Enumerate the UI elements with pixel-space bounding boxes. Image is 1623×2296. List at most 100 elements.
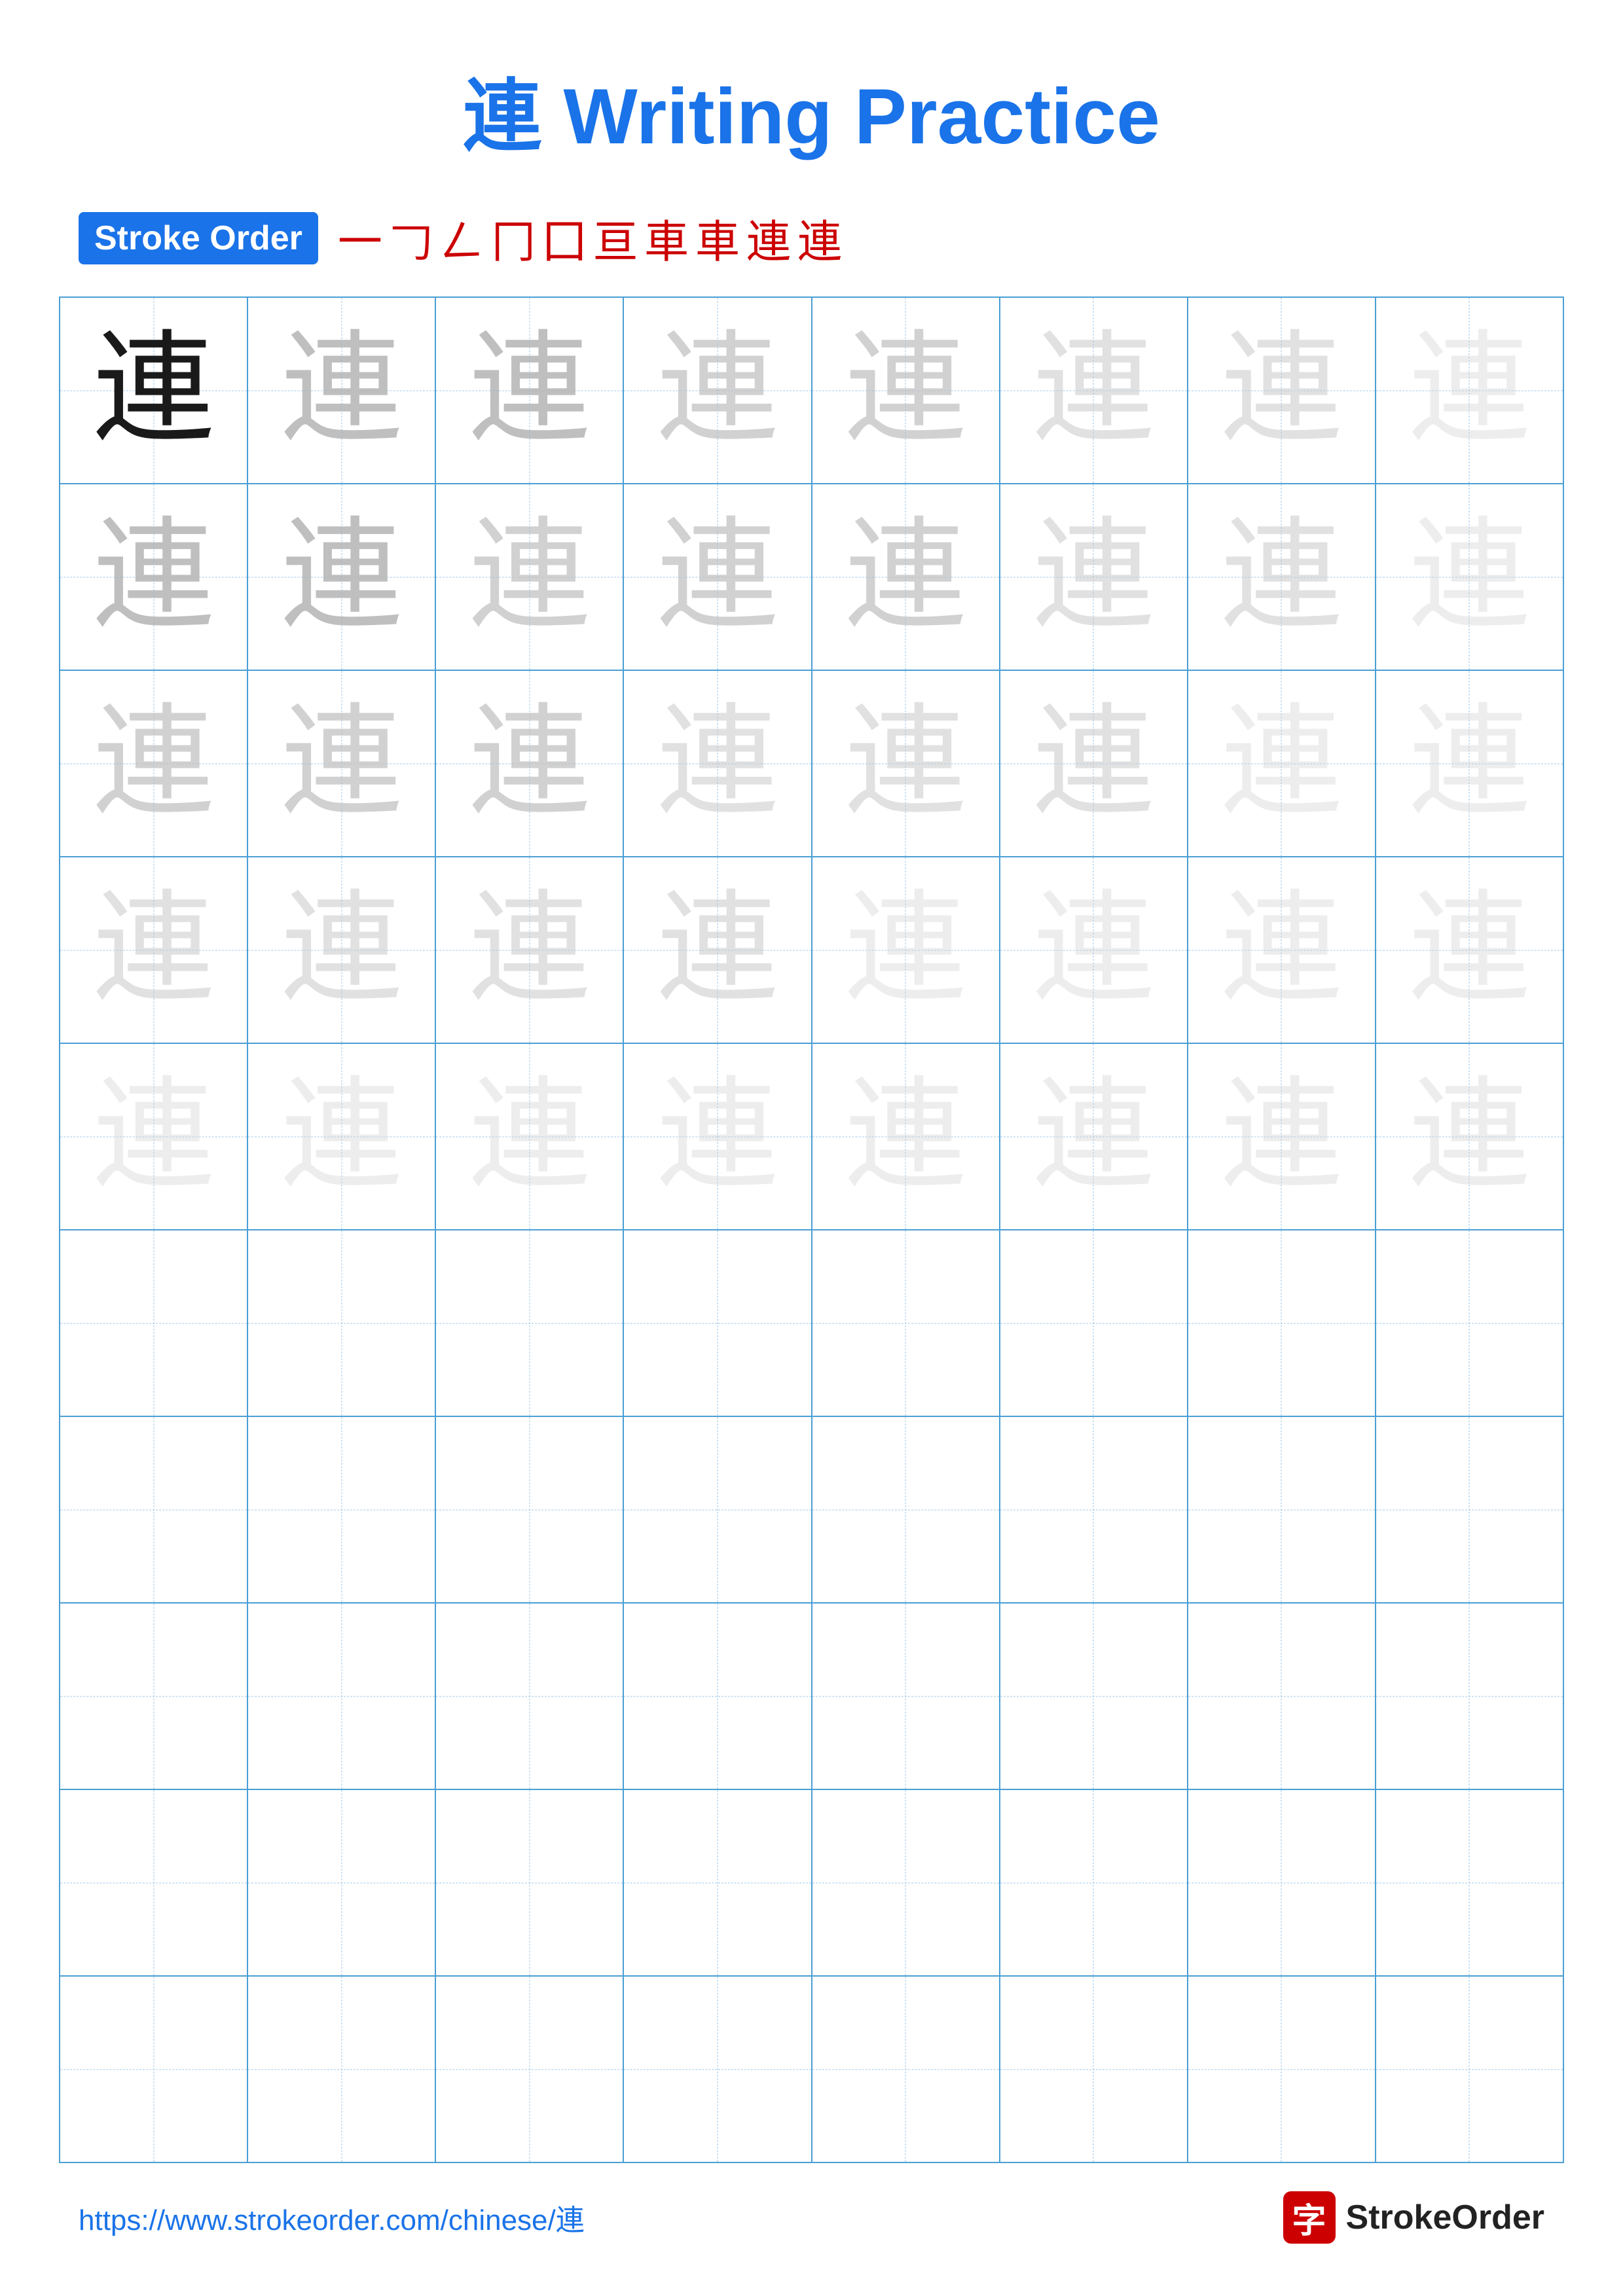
grid-cell-empty[interactable] [60, 1416, 247, 1603]
grid-cell[interactable]: 連 [623, 297, 811, 484]
grid-row-1: 連 連 連 連 連 連 連 連 [60, 297, 1563, 484]
grid-cell[interactable]: 連 [1188, 484, 1376, 670]
grid-cell[interactable]: 連 [60, 1043, 247, 1230]
grid-cell-empty[interactable] [60, 1789, 247, 1976]
grid-cell[interactable]: 連 [60, 857, 247, 1043]
grid-cell[interactable]: 連 [1000, 484, 1188, 670]
grid-cell[interactable]: 連 [1376, 484, 1563, 670]
stroke-char-9: 連 [746, 206, 791, 270]
grid-cell[interactable]: 連 [812, 857, 1000, 1043]
practice-char: 連 [1033, 696, 1154, 831]
grid-cell[interactable]: 連 [1376, 857, 1563, 1043]
grid-cell[interactable]: 連 [247, 297, 435, 484]
grid-cell-empty[interactable] [1188, 1603, 1376, 1789]
grid-cell-empty[interactable] [1376, 1789, 1563, 1976]
grid-cell[interactable]: 連 [60, 297, 247, 484]
practice-char: 連 [93, 696, 214, 831]
grid-cell[interactable]: 連 [1376, 1043, 1563, 1230]
practice-char: 連 [657, 323, 778, 457]
practice-char: 連 [469, 696, 590, 831]
grid-cell[interactable]: 連 [1188, 297, 1376, 484]
practice-char: 連 [845, 323, 966, 457]
grid-cell[interactable]: 連 [60, 670, 247, 857]
practice-char: 連 [93, 1069, 214, 1204]
grid-cell[interactable]: 連 [1000, 670, 1188, 857]
footer: https://www.strokeorder.com/chinese/連 字 … [0, 2191, 1623, 2244]
grid-cell-empty[interactable] [623, 1976, 811, 2162]
grid-row-empty-2 [60, 1416, 1563, 1603]
grid-cell-empty[interactable] [623, 1603, 811, 1789]
practice-char: 連 [845, 510, 966, 644]
grid-cell[interactable]: 連 [60, 484, 247, 670]
grid-cell[interactable]: 連 [1188, 670, 1376, 857]
grid-cell[interactable]: 連 [623, 484, 811, 670]
grid-cell-empty[interactable] [247, 1976, 435, 2162]
practice-char: 連 [657, 883, 778, 1017]
grid-cell[interactable]: 連 [435, 297, 623, 484]
grid-cell[interactable]: 連 [812, 297, 1000, 484]
grid-cell-empty[interactable] [60, 1603, 247, 1789]
practice-char: 連 [657, 696, 778, 831]
grid-cell-empty[interactable] [812, 1230, 1000, 1416]
grid-cell-empty[interactable] [1000, 1603, 1188, 1789]
grid-cell[interactable]: 連 [1376, 297, 1563, 484]
grid-cell[interactable]: 連 [623, 857, 811, 1043]
grid-cell-empty[interactable] [812, 1416, 1000, 1603]
grid-cell-empty[interactable] [1000, 1416, 1188, 1603]
grid-cell[interactable]: 連 [812, 1043, 1000, 1230]
grid-cell-empty[interactable] [1376, 1603, 1563, 1789]
grid-cell-empty[interactable] [435, 1976, 623, 2162]
grid-cell[interactable]: 連 [247, 857, 435, 1043]
grid-cell-empty[interactable] [60, 1230, 247, 1416]
grid-cell-empty[interactable] [623, 1789, 811, 1976]
grid-cell[interactable]: 連 [1376, 670, 1563, 857]
grid-cell[interactable]: 連 [435, 1043, 623, 1230]
grid-cell[interactable]: 連 [1000, 1043, 1188, 1230]
grid-cell-empty[interactable] [435, 1416, 623, 1603]
grid-cell-empty[interactable] [435, 1230, 623, 1416]
grid-cell-empty[interactable] [247, 1416, 435, 1603]
grid-cell[interactable]: 連 [1000, 297, 1188, 484]
grid-cell-empty[interactable] [60, 1976, 247, 2162]
grid-cell-empty[interactable] [812, 1603, 1000, 1789]
grid-cell[interactable]: 連 [435, 484, 623, 670]
grid-cell-empty[interactable] [1000, 1230, 1188, 1416]
grid-cell-empty[interactable] [1376, 1230, 1563, 1416]
grid-cell-empty[interactable] [247, 1603, 435, 1789]
grid-cell-empty[interactable] [812, 1789, 1000, 1976]
grid-cell-empty[interactable] [247, 1230, 435, 1416]
stroke-char-3: 𠃋 [440, 206, 484, 270]
stroke-order-label: Stroke Order [79, 212, 318, 264]
practice-char: 連 [1221, 510, 1342, 644]
grid-cell-empty[interactable] [435, 1789, 623, 1976]
footer-url[interactable]: https://www.strokeorder.com/chinese/連 [79, 2197, 585, 2238]
grid-cell-empty[interactable] [1188, 1230, 1376, 1416]
grid-cell-empty[interactable] [1376, 1976, 1563, 2162]
grid-cell[interactable]: 連 [623, 670, 811, 857]
grid-cell[interactable]: 連 [623, 1043, 811, 1230]
grid-cell[interactable]: 連 [435, 670, 623, 857]
grid-cell[interactable]: 連 [247, 1043, 435, 1230]
grid-cell[interactable]: 連 [812, 670, 1000, 857]
grid-cell[interactable]: 連 [1188, 857, 1376, 1043]
stroke-char-1: 一 [338, 206, 382, 270]
grid-cell-empty[interactable] [623, 1230, 811, 1416]
grid-cell-empty[interactable] [435, 1603, 623, 1789]
grid-cell[interactable]: 連 [435, 857, 623, 1043]
grid-cell-empty[interactable] [1188, 1416, 1376, 1603]
grid-cell-empty[interactable] [1000, 1789, 1188, 1976]
grid-cell-empty[interactable] [1000, 1976, 1188, 2162]
grid-cell-empty[interactable] [812, 1976, 1000, 2162]
grid-row-empty-5 [60, 1976, 1563, 2162]
grid-cell[interactable]: 連 [1000, 857, 1188, 1043]
practice-char: 連 [1221, 1069, 1342, 1204]
grid-cell[interactable]: 連 [247, 670, 435, 857]
grid-cell-empty[interactable] [1188, 1789, 1376, 1976]
grid-cell[interactable]: 連 [247, 484, 435, 670]
grid-cell-empty[interactable] [1376, 1416, 1563, 1603]
grid-cell[interactable]: 連 [1188, 1043, 1376, 1230]
grid-cell[interactable]: 連 [812, 484, 1000, 670]
grid-cell-empty[interactable] [1188, 1976, 1376, 2162]
grid-cell-empty[interactable] [623, 1416, 811, 1603]
grid-cell-empty[interactable] [247, 1789, 435, 1976]
